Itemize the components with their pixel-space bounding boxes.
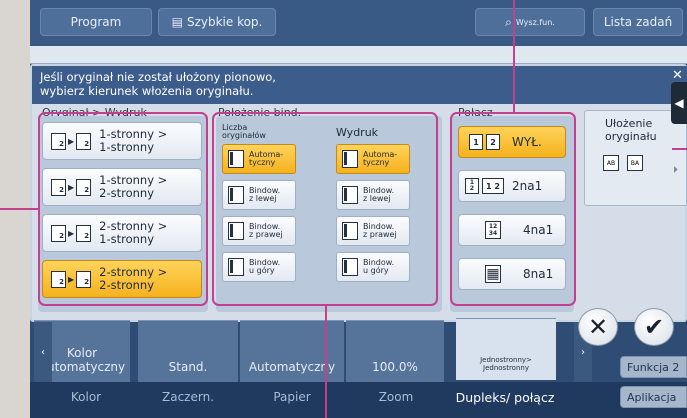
top-bar: Program ▤ Szybkie kop. ⌕ Wysz.fun. Lista…: [30, 0, 687, 46]
cancel-icon[interactable]: ✕: [578, 308, 618, 346]
status-header: [30, 46, 687, 64]
job-list-button[interactable]: Lista zadań: [593, 8, 683, 36]
callout-line-bottom: [325, 306, 327, 418]
zoom-tile[interactable]: 100.0%: [346, 320, 444, 382]
dialog-message: Jeśli oryginał nie został ułożony pionow…: [32, 66, 687, 104]
callout-line-left: [0, 208, 38, 210]
search-function-label: Wysz.fun.: [515, 17, 555, 27]
dialog-message-line1: Jeśli oryginał nie został ułożony pionow…: [40, 70, 276, 84]
bottom-label-duplex: Dupleks/ połącz: [455, 390, 555, 405]
callout-frame-combine: [450, 112, 576, 306]
apps-button[interactable]: Aplikacja: [620, 386, 687, 408]
function2-button[interactable]: Funkcja 2: [620, 356, 687, 378]
confirm-icon[interactable]: ✔: [634, 308, 674, 346]
callout-frame-binding: [212, 112, 438, 306]
paper-tile[interactable]: Automatyczny: [240, 320, 344, 382]
callout-line-top: [513, 0, 515, 112]
zoom-tile-label: 100.0%: [372, 360, 418, 374]
program-button[interactable]: Program: [40, 8, 152, 36]
orientation-portrait-icon: AB: [603, 155, 619, 171]
search-function-button[interactable]: ⌕ Wysz.fun.: [475, 8, 585, 36]
bottom-label-zoom: Zoom: [378, 390, 414, 404]
callout-line-right: [672, 148, 687, 150]
duplex-tile[interactable]: Jednostronny> Jednostronny: [456, 318, 556, 380]
collapse-arrow-icon[interactable]: ◀: [671, 82, 687, 124]
scroll-left-icon[interactable]: ‹: [34, 322, 52, 382]
density-tile[interactable]: Stand.: [138, 320, 238, 382]
search-icon: ⌕: [505, 14, 512, 29]
bottom-label-color: Kolor: [70, 390, 102, 404]
callout-frame-original-output: [38, 112, 208, 306]
duplex-tile-label: Jednostronny> Jednostronny: [480, 356, 532, 372]
paper-tile-label: Automatyczny: [248, 360, 336, 374]
bottom-bar: [30, 382, 687, 418]
orientation-panel[interactable]: Ułożenie oryginału AB BA ⏵: [584, 110, 687, 206]
orientation-title: Ułożenie oryginału: [605, 117, 657, 143]
screen: Program ▤ Szybkie kop. ⌕ Wysz.fun. Lista…: [0, 0, 687, 418]
chevron-right-icon: ⏵: [673, 165, 678, 176]
density-tile-label: Stand.: [168, 360, 208, 374]
quick-copy-label: Szybkie kop.: [186, 15, 263, 29]
dialog-message-line2: wybierz kierunek włożenia oryginału.: [40, 84, 254, 98]
orientation-icons: AB BA: [603, 155, 643, 171]
orientation-landscape-icon: BA: [627, 155, 643, 171]
copy-icon: ▤: [171, 15, 183, 29]
bottom-label-paper: Papier: [273, 390, 311, 404]
quick-copy-button[interactable]: ▤ Szybkie kop.: [158, 8, 276, 36]
bottom-label-density: Zaczern.: [162, 390, 214, 404]
